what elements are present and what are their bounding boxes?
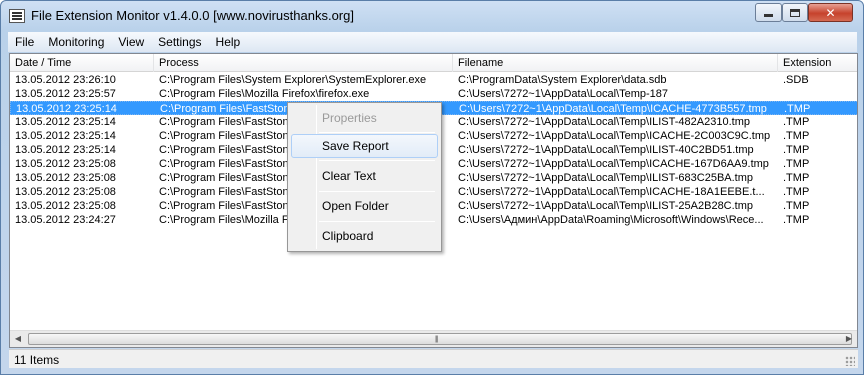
- scroll-grip-icon: |||: [435, 336, 439, 343]
- cell-process: C:\Program Files\System Explorer\SystemE…: [159, 74, 427, 86]
- cell-date: 13.05.2012 23:25:14: [15, 144, 116, 156]
- menu-bar: File Monitoring View Settings Help: [8, 32, 857, 52]
- menu-monitoring[interactable]: Monitoring: [41, 32, 111, 52]
- cell-date: 13.05.2012 23:25:57: [15, 88, 116, 100]
- column-header-process[interactable]: Process: [154, 54, 453, 72]
- close-button[interactable]: ✕: [808, 3, 853, 22]
- cell-ext: .SDB: [783, 74, 809, 86]
- cell-ext: .TMP: [783, 172, 810, 184]
- menu-view[interactable]: View: [111, 32, 151, 52]
- cell-filename: C:\ProgramData\System Explorer\data.sdb: [458, 74, 667, 86]
- resize-grip-icon[interactable]: [845, 356, 855, 366]
- cell-filename: C:\Users\7272~1\AppData\Local\Temp\ICACH…: [458, 130, 771, 142]
- cell-date: 13.05.2012 23:25:14: [15, 130, 116, 142]
- maximize-button[interactable]: [782, 3, 808, 22]
- cell-date: 13.05.2012 23:25:08: [15, 200, 116, 212]
- cell-process: C:\Program Files\Mozilla Firefox\firefox…: [159, 88, 370, 100]
- cell-filename: C:\Users\7272~1\AppData\Local\Temp\ILIST…: [458, 144, 754, 156]
- minimize-icon: [764, 14, 773, 17]
- table-row[interactable]: 13.05.2012 23:25:57 C:\Program Files\Mozi…: [10, 87, 857, 101]
- context-properties[interactable]: Properties: [291, 106, 438, 130]
- menu-settings[interactable]: Settings: [151, 32, 208, 52]
- menu-separator: [319, 221, 435, 222]
- cell-ext: .TMP: [783, 144, 810, 156]
- context-menu: Properties Save Report Clear Text Open F…: [287, 102, 442, 252]
- item-count: 11 Items: [14, 353, 60, 367]
- context-open-folder[interactable]: Open Folder: [291, 194, 438, 218]
- cell-filename: C:\Users\7272~1\AppData\Local\Temp\ICACH…: [458, 186, 765, 198]
- cell-filename: C:\Users\7272~1\AppData\Local\Temp\ICACH…: [458, 158, 769, 170]
- column-header-date[interactable]: Date / Time: [10, 54, 154, 72]
- minimize-button[interactable]: [755, 3, 782, 22]
- cell-filename: C:\Users\7272~1\AppData\Local\Temp\ILIST…: [458, 116, 750, 128]
- menu-file[interactable]: File: [8, 32, 41, 52]
- menu-help[interactable]: Help: [209, 32, 248, 52]
- cell-ext: .TMP: [783, 116, 810, 128]
- cell-ext: .TMP: [783, 200, 810, 212]
- app-window: File Extension Monitor v1.4.0.0 [www.nov…: [0, 0, 864, 375]
- scroll-right-icon[interactable]: ▶: [844, 334, 854, 344]
- context-clear-text[interactable]: Clear Text: [291, 164, 438, 188]
- column-header-extension[interactable]: Extension: [778, 54, 857, 72]
- cell-date: 13.05.2012 23:25:08: [15, 186, 116, 198]
- scroll-left-icon[interactable]: ◀: [13, 334, 23, 344]
- cell-date: 13.05.2012 23:25:14: [15, 116, 116, 128]
- context-clipboard[interactable]: Clipboard: [291, 224, 438, 248]
- app-icon: [9, 9, 25, 23]
- window-title: File Extension Monitor v1.4.0.0 [www.nov…: [31, 8, 354, 23]
- cell-ext: .TMP: [783, 158, 810, 170]
- context-save-report[interactable]: Save Report: [291, 134, 438, 158]
- scroll-thumb[interactable]: |||: [28, 333, 852, 345]
- cell-filename: C:\Users\7272~1\AppData\Local\Temp\ICACH…: [459, 103, 767, 115]
- cell-filename: C:\Users\7272~1\AppData\Local\Temp-187: [458, 88, 669, 100]
- cell-date: 13.05.2012 23:25:08: [15, 172, 116, 184]
- close-icon: ✕: [825, 5, 836, 20]
- cell-ext: .TMP: [783, 214, 810, 226]
- menu-separator: [319, 191, 435, 192]
- menu-separator: [319, 132, 435, 133]
- table-row[interactable]: 13.05.2012 23:26:10 C:\Program Files\Syst…: [10, 73, 857, 87]
- horizontal-scrollbar[interactable]: ◀ ||| ▶: [10, 330, 857, 347]
- cell-filename: C:\Users\7272~1\AppData\Local\Temp\ILIST…: [458, 200, 754, 212]
- maximize-icon: [790, 8, 800, 17]
- cell-ext: [783, 87, 857, 101]
- cell-date: 13.05.2012 23:24:27: [15, 214, 116, 226]
- cell-ext: .TMP: [783, 130, 810, 142]
- cell-filename: C:\Users\Админ\AppData\Roaming\Microsoft…: [458, 214, 764, 226]
- column-header-filename[interactable]: Filename: [453, 54, 778, 72]
- cell-ext: .TMP: [783, 186, 810, 198]
- title-bar[interactable]: File Extension Monitor v1.4.0.0 [www.nov…: [1, 1, 863, 31]
- cell-date: 13.05.2012 23:25:08: [15, 158, 116, 170]
- cell-date: 13.05.2012 23:25:14: [16, 103, 117, 115]
- status-bar: 11 Items: [9, 349, 858, 368]
- cell-filename: C:\Users\7272~1\AppData\Local\Temp\ILIST…: [458, 172, 754, 184]
- menu-separator: [319, 160, 435, 161]
- cell-ext: .TMP: [784, 103, 811, 115]
- list-header: Date / Time Process Filename Extension: [10, 54, 857, 72]
- cell-date: 13.05.2012 23:26:10: [15, 74, 116, 86]
